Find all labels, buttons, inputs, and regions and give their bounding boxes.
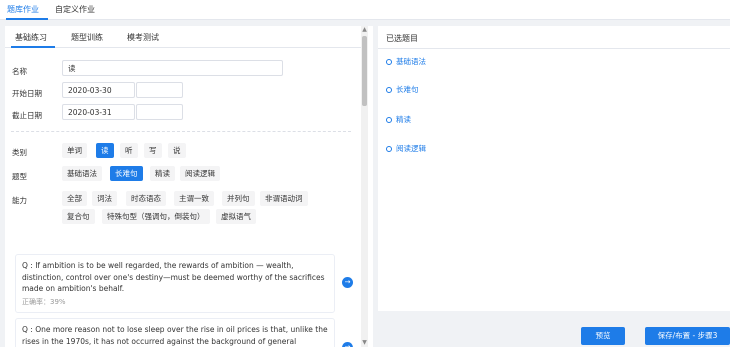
selected-questions-panel: 已选题目 基础语法 长难句 精读 阅读逻辑 <box>378 26 730 311</box>
circle-outline-icon <box>386 145 392 152</box>
end-date-input[interactable] <box>62 104 135 120</box>
add-question-arrow-icon[interactable]: → <box>342 342 353 347</box>
left-scrollbar[interactable]: ▲ ▼ <box>361 26 368 347</box>
preview-button[interactable]: 预览 <box>581 327 625 345</box>
scroll-up-icon[interactable]: ▲ <box>361 26 368 34</box>
sub-tab-bar: 基础练习 题型训练 模考测试 <box>5 26 365 48</box>
chip-category-listen[interactable]: 听 <box>120 143 138 158</box>
selected-item-intensive-reading[interactable]: 精读 <box>386 114 411 125</box>
selected-item-label: 阅读逻辑 <box>396 144 426 153</box>
tab-question-bank[interactable]: 题库作业 <box>7 4 39 15</box>
chip-ability[interactable]: 词法 <box>92 191 117 206</box>
start-date-input[interactable] <box>62 82 135 98</box>
selected-item-label: 长难句 <box>396 85 419 94</box>
tab-basic-practice[interactable]: 基础练习 <box>15 32 47 43</box>
scroll-down-icon[interactable]: ▼ <box>361 339 368 347</box>
start-time-input[interactable] <box>136 82 183 98</box>
start-date-label: 开始日期 <box>12 89 42 98</box>
scroll-thumb[interactable] <box>362 36 367 106</box>
chip-ability[interactable]: 特殊句型（强调句，倒装句） <box>102 209 210 224</box>
chip-type-reading-logic[interactable]: 阅读逻辑 <box>180 166 220 181</box>
chip-category-read[interactable]: 读 <box>96 143 114 158</box>
question-card: Q : If ambition is to be well regarded, … <box>15 254 335 313</box>
question-text: Q : If ambition is to be well regarded, … <box>22 261 325 293</box>
chip-ability[interactable]: 非谓语动词 <box>260 191 308 206</box>
selected-item-reading-logic[interactable]: 阅读逻辑 <box>386 143 426 154</box>
chip-ability[interactable]: 复合句 <box>62 209 95 224</box>
category-label: 类别 <box>12 148 27 157</box>
selected-item-long-sentence[interactable]: 长难句 <box>386 84 419 95</box>
selected-item-grammar[interactable]: 基础语法 <box>386 56 426 67</box>
circle-outline-icon <box>386 86 392 93</box>
ability-label: 能力 <box>12 196 27 205</box>
active-tab-indicator <box>6 18 48 20</box>
name-label: 名称 <box>12 67 27 76</box>
name-input[interactable] <box>62 60 283 76</box>
chip-category-write[interactable]: 写 <box>144 143 162 158</box>
chip-type-intensive-reading[interactable]: 精读 <box>150 166 175 181</box>
tab-custom-homework[interactable]: 自定义作业 <box>55 4 95 15</box>
question-accuracy: 正确率：39% <box>22 297 66 306</box>
left-panel: 基础练习 题型训练 模考测试 名称 开始日期 截止日期 类别 单词 读 听 写 … <box>5 26 373 347</box>
selected-item-label: 基础语法 <box>396 57 426 66</box>
end-time-input[interactable] <box>136 104 183 120</box>
selected-panel-title: 已选题目 <box>386 34 418 43</box>
top-tab-bar: 题库作业 自定义作业 <box>0 0 730 20</box>
question-text: Q : One more reason not to lose sleep ov… <box>22 325 328 346</box>
end-date-label: 截止日期 <box>12 111 42 120</box>
chip-ability[interactable]: 并列句 <box>222 191 255 206</box>
active-subtab-indicator <box>11 46 55 48</box>
tab-mock-test[interactable]: 模考测试 <box>127 32 159 43</box>
chip-ability[interactable]: 全部 <box>62 191 87 206</box>
chip-type-grammar[interactable]: 基础语法 <box>62 166 102 181</box>
form-divider <box>11 131 351 132</box>
save-assign-button[interactable]: 保存/布置 - 步骤3 <box>645 327 730 345</box>
add-question-arrow-icon[interactable]: → <box>342 277 353 288</box>
chip-category-speak[interactable]: 说 <box>168 143 186 158</box>
panel-divider <box>378 48 730 49</box>
type-label: 题型 <box>12 172 27 181</box>
chip-ability[interactable]: 主谓一致 <box>174 191 214 206</box>
chip-ability[interactable]: 时态语态 <box>126 191 166 206</box>
circle-outline-icon <box>386 58 392 65</box>
circle-outline-icon <box>386 116 392 123</box>
chip-type-long-sentence[interactable]: 长难句 <box>110 166 143 181</box>
chip-ability[interactable]: 虚拟语气 <box>216 209 256 224</box>
selected-item-label: 精读 <box>396 115 411 124</box>
tab-type-training[interactable]: 题型训练 <box>71 32 103 43</box>
chip-category-word[interactable]: 单词 <box>62 143 87 158</box>
question-card: Q : One more reason not to lose sleep ov… <box>15 318 335 347</box>
